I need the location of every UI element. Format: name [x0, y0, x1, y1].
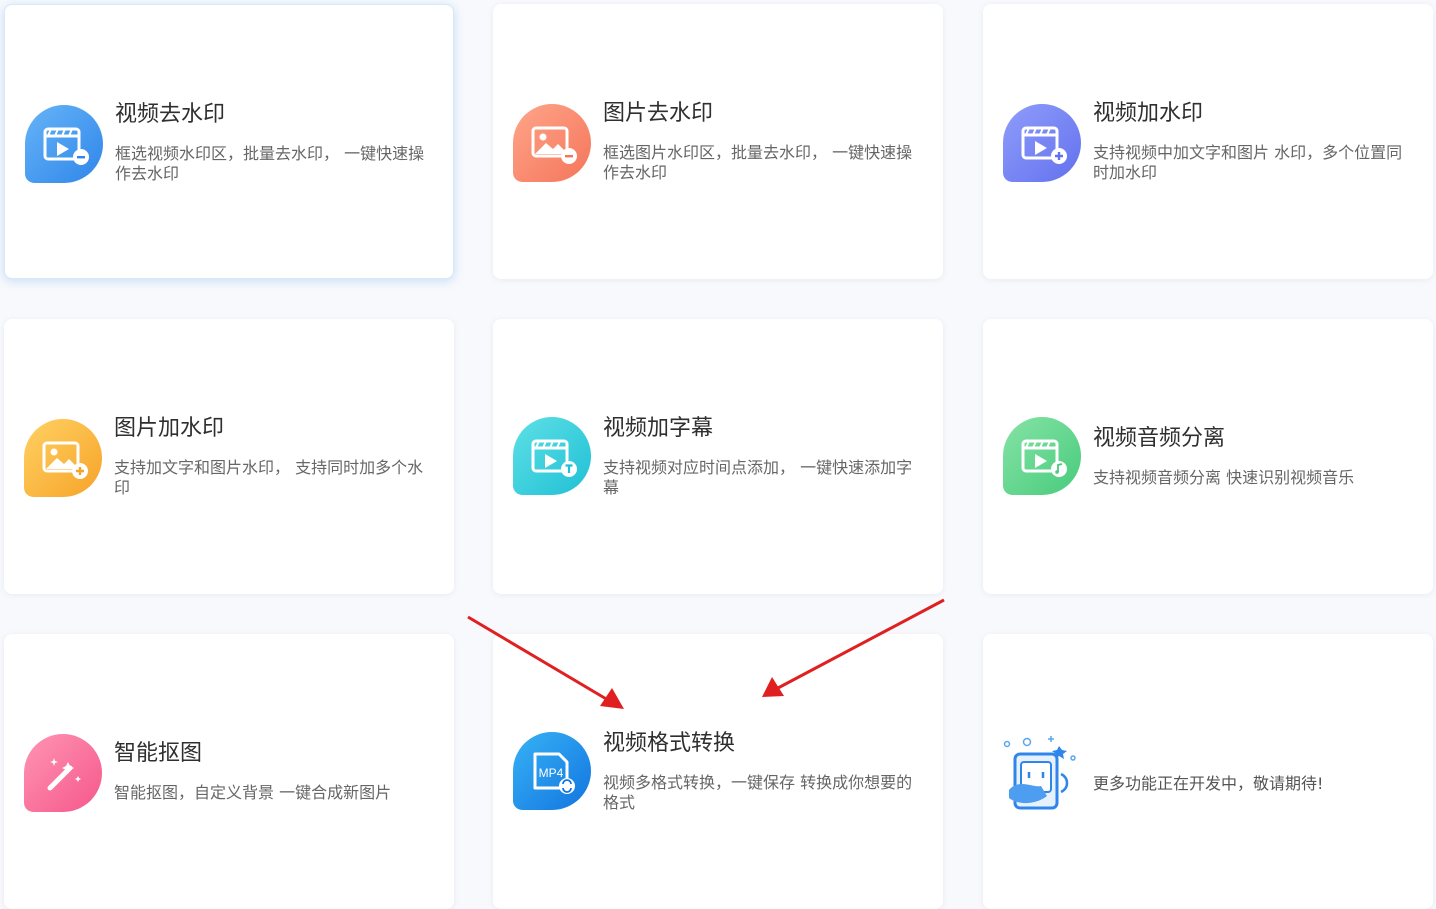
- card-title: 图片去水印: [603, 101, 714, 126]
- card-description: 支持视频对应时间点添加， 一键快速添加字幕: [603, 458, 913, 497]
- image-add-watermark-icon: [24, 419, 102, 497]
- card-description: 视频多格式转换，一键保存 转换成你想要的格式: [603, 773, 913, 812]
- video-subtitle-icon: [513, 417, 591, 495]
- card-video-format-convert[interactable]: MP4 视频格式转换 视频多格式转换，一键保存 转换成你想要的格式: [493, 634, 943, 909]
- card-video-remove-watermark[interactable]: 视频去水印 框选视频水印区，批量去水印， 一键快速操作去水印: [4, 4, 454, 279]
- card-video-add-watermark[interactable]: 视频加水印 支持视频中加文字和图片 水印，多个位置同时加水印: [983, 4, 1433, 279]
- video-remove-watermark-icon: [25, 105, 103, 183]
- card-audio-separate[interactable]: 视频音频分离 支持视频音频分离 快速识别视频音乐: [983, 319, 1433, 594]
- more-features-text: 更多功能正在开发中，敬请期待!: [1093, 774, 1324, 793]
- card-description: 支持视频中加文字和图片 水印，多个位置同时加水印: [1093, 143, 1403, 182]
- card-smart-cutout[interactable]: 智能抠图 智能抠图，自定义背景 一键合成新图片: [4, 634, 454, 909]
- card-image-add-watermark[interactable]: 图片加水印 支持加文字和图片水印， 支持同时加多个水印: [4, 319, 454, 594]
- card-description: 框选图片水印区，批量去水印， 一键快速操作去水印: [603, 143, 913, 182]
- more-features-illustration-icon: [999, 732, 1083, 816]
- video-add-watermark-icon: [1003, 104, 1081, 182]
- card-title: 视频加水印: [1093, 101, 1204, 126]
- card-description: 框选视频水印区，批量去水印， 一键快速操作去水印: [115, 144, 425, 183]
- mp4-label: MP4: [539, 766, 564, 780]
- card-title: 视频音频分离: [1093, 426, 1226, 451]
- card-description: 智能抠图，自定义背景 一键合成新图片: [114, 783, 392, 802]
- card-description: 支持视频音频分离 快速识别视频音乐: [1093, 468, 1355, 487]
- card-image-remove-watermark[interactable]: 图片去水印 框选图片水印区，批量去水印， 一键快速操作去水印: [493, 4, 943, 279]
- card-title: 智能抠图: [114, 741, 203, 766]
- audio-separate-icon: [1003, 417, 1081, 495]
- card-more-features: 更多功能正在开发中，敬请期待!: [983, 634, 1433, 909]
- magic-wand-icon: [24, 734, 102, 812]
- card-title: 视频去水印: [115, 102, 226, 127]
- image-remove-watermark-icon: [513, 104, 591, 182]
- card-title: 视频加字幕: [603, 416, 714, 441]
- card-description: 支持加文字和图片水印， 支持同时加多个水印: [114, 458, 424, 497]
- card-video-subtitle[interactable]: 视频加字幕 支持视频对应时间点添加， 一键快速添加字幕: [493, 319, 943, 594]
- mp4-convert-icon: MP4: [513, 732, 591, 810]
- card-title: 图片加水印: [114, 416, 225, 441]
- card-title: 视频格式转换: [603, 731, 736, 756]
